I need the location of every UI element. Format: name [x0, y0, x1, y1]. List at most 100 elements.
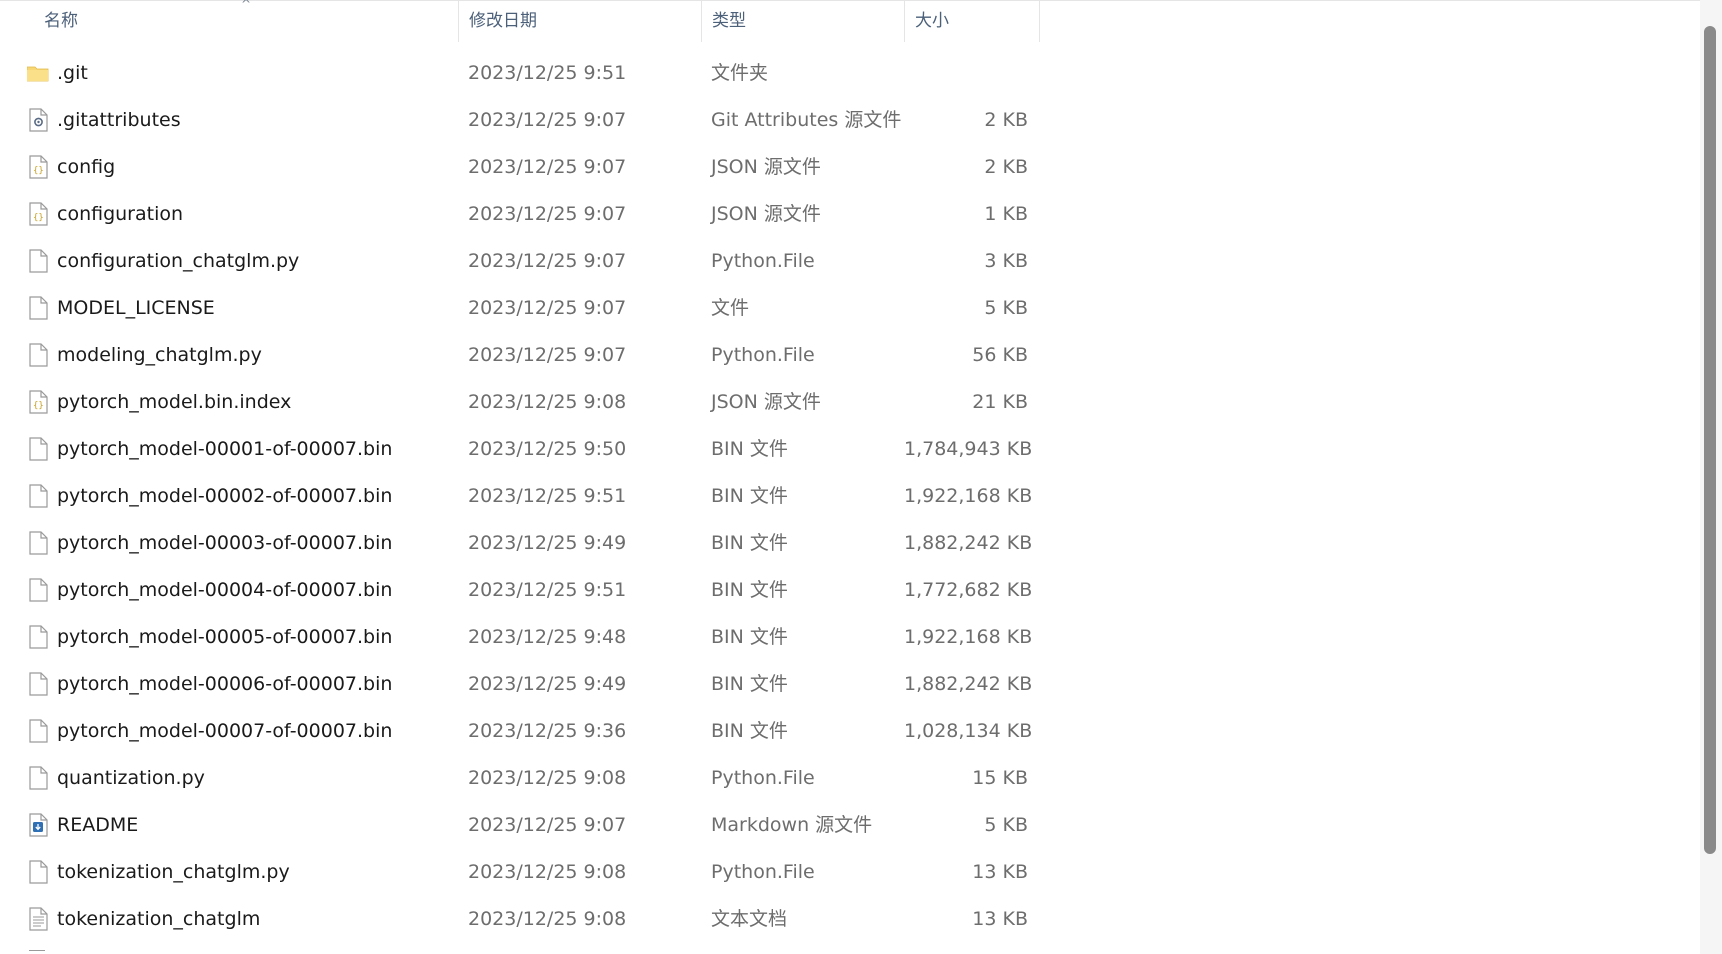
file-row[interactable]: {} config 2023/12/25 9:07 JSON 源文件 2 KB [0, 144, 1040, 191]
column-header-bar: 名称 ^ 修改日期 类型 大小 [0, 0, 1040, 42]
file-row[interactable]: pytorch_model-00001-of-00007.bin 2023/12/… [0, 426, 1040, 473]
file-size: 56 KB [972, 344, 1028, 366]
file-modified-date: 2023/12/25 9:49 [468, 673, 627, 695]
file-name: pytorch_model-00002-of-00007.bin [57, 485, 393, 507]
file-size: 1,028,134 KB [904, 720, 1033, 742]
file-type: Python.File [711, 344, 815, 366]
file-name: .git [57, 62, 88, 84]
file-name: pytorch_model-00006-of-00007.bin [57, 673, 393, 695]
file-type: 文件 [711, 297, 750, 319]
file-row[interactable]: pytorch_model-00006-of-00007.bin 2023/12/… [0, 661, 1040, 708]
file-type: Python.File [711, 767, 815, 789]
file-name: pytorch_model-00004-of-00007.bin [57, 579, 393, 601]
vertical-scrollbar-thumb[interactable] [1704, 26, 1716, 854]
markdown-file-icon [27, 813, 49, 837]
file-type: Markdown 源文件 [711, 814, 873, 836]
file-name: pytorch_model-00001-of-00007.bin [57, 438, 393, 460]
file-size: 13 KB [972, 861, 1028, 883]
file-name: configuration_chatglm.py [57, 250, 300, 272]
file-row[interactable]: MODEL_LICENSE 2023/12/25 9:07 文件 5 KB [0, 285, 1040, 332]
file-row[interactable]: pytorch_model-00002-of-00007.bin 2023/12/… [0, 473, 1040, 520]
file-name: configuration [57, 203, 184, 225]
file-type: Git Attributes 源文件 [711, 109, 902, 131]
file-name: .gitattributes [57, 109, 181, 131]
file-name: pytorch_model-00007-of-00007.bin [57, 720, 393, 742]
file-size [904, 50, 1028, 97]
file-name: pytorch_model.bin.index [57, 391, 292, 413]
file-type: JSON 源文件 [711, 203, 821, 225]
file-modified-date: 2023/12/25 9:07 [468, 344, 627, 366]
folder-icon [26, 61, 49, 85]
file-type: 文本文档 [711, 908, 788, 930]
file-row[interactable]: .git 2023/12/25 9:51 文件夹 [0, 50, 1040, 97]
file-row[interactable]: README 2023/12/25 9:07 Markdown 源文件 5 KB [0, 802, 1040, 849]
file-type: BIN 文件 [711, 532, 788, 554]
file-type: BIN 文件 [711, 626, 788, 648]
file-row[interactable]: pytorch_model-00005-of-00007.bin 2023/12/… [0, 614, 1040, 661]
file-row[interactable]: modeling_chatglm.py 2023/12/25 9:07 Python… [0, 332, 1040, 379]
blank-file-icon [27, 531, 49, 555]
file-row[interactable]: .gitattributes 2023/12/25 9:07 Git Attribu… [0, 97, 1040, 144]
file-size: 13 KB [972, 908, 1028, 930]
blank-file-icon [27, 343, 49, 367]
file-row[interactable]: tokenization_chatglm 2023/12/25 9:08 文本文档 1… [0, 896, 1040, 943]
file-row[interactable]: quantization.py 2023/12/25 9:08 Python.Fil… [0, 755, 1040, 802]
json-file-icon: {} [27, 390, 49, 414]
file-size: 2 KB [984, 109, 1028, 131]
file-modified-date: 2023/12/25 9:07 [468, 814, 627, 836]
file-size: 3 KB [984, 250, 1028, 272]
file-type: 文件夹 [711, 62, 769, 84]
blank-file-icon [27, 578, 49, 602]
file-name: MODEL_LICENSE [57, 297, 215, 319]
file-type: Python.File [711, 250, 815, 272]
column-header-size[interactable]: 大小 [904, 0, 1040, 42]
file-size: 1,784,943 KB [904, 438, 1033, 460]
file-row[interactable]: pytorch_model-00003-of-00007.bin 2023/12/… [0, 520, 1040, 567]
file-modified-date: 2023/12/25 9:07 [468, 156, 627, 178]
file-name: README [57, 814, 139, 836]
file-modified-date: 2023/12/25 9:07 [468, 297, 627, 319]
file-modified-date: 2023/12/25 9:36 [468, 720, 627, 742]
file-type: JSON 源文件 [711, 156, 821, 178]
gear-file-icon [27, 108, 49, 132]
file-list: .git 2023/12/25 9:51 文件夹 .gitattributes 2023… [0, 50, 1040, 943]
file-row[interactable]: pytorch_model-00004-of-00007.bin 2023/12/… [0, 567, 1040, 614]
column-header-type[interactable]: 类型 [701, 0, 904, 42]
file-size: 5 KB [984, 814, 1028, 836]
file-row[interactable]: configuration_chatglm.py 2023/12/25 9:07 P… [0, 238, 1040, 285]
file-size: 2 KB [984, 156, 1028, 178]
file-size: 1,922,168 KB [904, 485, 1033, 507]
file-modified-date: 2023/12/25 9:07 [468, 203, 627, 225]
file-type: BIN 文件 [711, 673, 788, 695]
file-name: pytorch_model-00003-of-00007.bin [57, 532, 393, 554]
file-type: BIN 文件 [711, 485, 788, 507]
partial-next-row [29, 950, 45, 954]
file-modified-date: 2023/12/25 9:08 [468, 767, 627, 789]
file-size: 15 KB [972, 767, 1028, 789]
file-row[interactable]: pytorch_model-00007-of-00007.bin 2023/12/… [0, 708, 1040, 755]
column-header-date[interactable]: 修改日期 [458, 0, 701, 42]
text-file-icon [27, 907, 49, 931]
file-modified-date: 2023/12/25 9:51 [468, 62, 627, 84]
blank-file-icon [27, 625, 49, 649]
blank-file-icon [27, 437, 49, 461]
file-modified-date: 2023/12/25 9:51 [468, 579, 627, 601]
file-explorer-window: 名称 ^ 修改日期 类型 大小 .git 2023/12/25 9:51 文件夹 .g… [0, 0, 1722, 954]
file-row[interactable]: {} configuration 2023/12/25 9:07 JSON 源文件 1 … [0, 191, 1040, 238]
file-type: BIN 文件 [711, 579, 788, 601]
file-size: 21 KB [972, 391, 1028, 413]
blank-file-icon [27, 484, 49, 508]
svg-text:{}: {} [33, 401, 44, 411]
file-size: 1 KB [984, 203, 1028, 225]
file-modified-date: 2023/12/25 9:07 [468, 250, 627, 272]
file-modified-date: 2023/12/25 9:08 [468, 861, 627, 883]
blank-file-icon [27, 672, 49, 696]
json-file-icon: {} [27, 202, 49, 226]
file-row[interactable]: tokenization_chatglm.py 2023/12/25 9:08 Py… [0, 849, 1040, 896]
file-size: 5 KB [984, 297, 1028, 319]
file-type: Python.File [711, 861, 815, 883]
json-file-icon: {} [27, 155, 49, 179]
blank-file-icon [27, 860, 49, 884]
file-name: modeling_chatglm.py [57, 344, 262, 366]
file-row[interactable]: {} pytorch_model.bin.index 2023/12/25 9:08… [0, 379, 1040, 426]
